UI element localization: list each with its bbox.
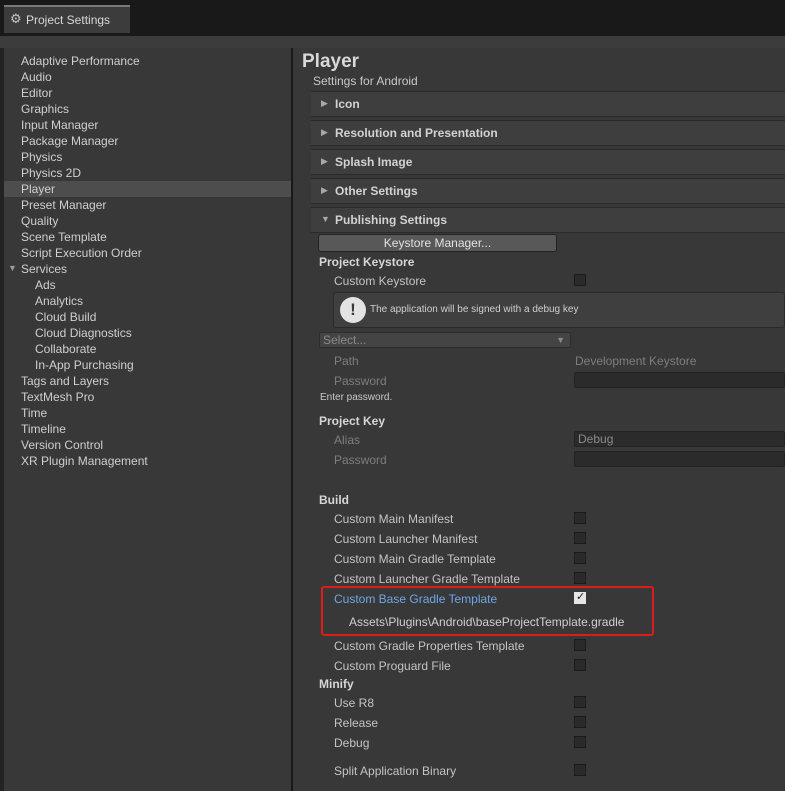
keystore-manager-button[interactable]: Keystore Manager... xyxy=(318,234,557,252)
key-password-field[interactable] xyxy=(574,451,785,467)
custom-main-manifest-label: Custom Main Manifest xyxy=(334,512,454,526)
custom-keystore-label: Custom Keystore xyxy=(334,274,427,288)
sidebar-item-cloud-build[interactable]: Cloud Build xyxy=(35,309,96,325)
path-label: Path xyxy=(334,354,359,368)
foldout-label: Icon xyxy=(335,97,360,111)
path-value: Development Keystore xyxy=(575,354,697,368)
build-header: Build xyxy=(319,493,349,507)
custom-gradle-properties-label: Custom Gradle Properties Template xyxy=(334,639,525,653)
alias-field[interactable]: Debug xyxy=(574,431,785,447)
key-password-label: Password xyxy=(334,453,387,467)
custom-main-manifest-checkbox[interactable] xyxy=(574,512,586,524)
sidebar-item-in-app-purchasing[interactable]: In-App Purchasing xyxy=(35,357,134,373)
custom-launcher-manifest-checkbox[interactable] xyxy=(574,532,586,544)
sidebar-item-package-manager[interactable]: Package Manager xyxy=(21,133,118,149)
chevron-right-icon: ▶ xyxy=(321,156,328,166)
help-box: ! The application will be signed with a … xyxy=(333,292,785,328)
warning-icon: ! xyxy=(340,297,366,323)
sidebar-item-version-control[interactable]: Version Control xyxy=(21,437,103,453)
custom-gradle-properties-checkbox[interactable] xyxy=(574,639,586,651)
password-hint: Enter password. xyxy=(320,392,393,403)
foldout-publishing-settings[interactable]: ▼ Publishing Settings xyxy=(311,207,785,233)
custom-proguard-checkbox[interactable] xyxy=(574,659,586,671)
foldout-label: Publishing Settings xyxy=(335,213,448,227)
sidebar-item-audio[interactable]: Audio xyxy=(21,69,52,85)
sidebar-item-editor[interactable]: Editor xyxy=(21,85,52,101)
chevron-right-icon: ▶ xyxy=(321,98,328,108)
keystore-select[interactable]: Select... ▼ xyxy=(319,332,571,348)
minify-debug-checkbox[interactable] xyxy=(574,736,586,748)
chevron-down-icon: ▼ xyxy=(321,214,330,224)
keystore-password-label: Password xyxy=(334,374,387,388)
sidebar-item-physics-2d[interactable]: Physics 2D xyxy=(21,165,81,181)
sidebar-item-services[interactable]: Services xyxy=(21,261,67,277)
use-r8-checkbox[interactable] xyxy=(574,696,586,708)
foldout-label: Other Settings xyxy=(335,184,418,198)
sidebar-item-ads[interactable]: Ads xyxy=(35,277,56,293)
sidebar-item-textmesh-pro[interactable]: TextMesh Pro xyxy=(21,389,94,405)
minify-release-checkbox[interactable] xyxy=(574,716,586,728)
minify-release-label: Release xyxy=(334,716,379,730)
foldout-other-settings[interactable]: ▶ Other Settings xyxy=(311,178,785,204)
sidebar-item-script-execution-order[interactable]: Script Execution Order xyxy=(21,245,142,261)
platform-subtitle: Settings for Android xyxy=(313,74,418,88)
custom-launcher-manifest-label: Custom Launcher Manifest xyxy=(334,532,478,546)
sidebar-item-player[interactable]: Player xyxy=(21,181,55,197)
custom-launcher-gradle-label: Custom Launcher Gradle Template xyxy=(334,572,520,586)
tab-project-settings[interactable]: ⚙ Project Settings xyxy=(4,5,130,33)
sidebar-item-tags-and-layers[interactable]: Tags and Layers xyxy=(21,373,109,389)
custom-launcher-gradle-checkbox[interactable] xyxy=(574,572,586,584)
custom-proguard-label: Custom Proguard File xyxy=(334,659,451,673)
sidebar-item-quality[interactable]: Quality xyxy=(21,213,58,229)
sidebar-item-graphics[interactable]: Graphics xyxy=(21,101,69,117)
sidebar-item-xr-plugin-management[interactable]: XR Plugin Management xyxy=(21,453,148,469)
sidebar-item-scene-template[interactable]: Scene Template xyxy=(21,229,107,245)
chevron-down-icon: ▼ xyxy=(556,335,565,345)
foldout-label: Resolution and Presentation xyxy=(335,126,498,140)
sidebar-item-collaborate[interactable]: Collaborate xyxy=(35,341,96,357)
help-text: The application will be signed with a de… xyxy=(370,304,579,315)
sidebar-item-input-manager[interactable]: Input Manager xyxy=(21,117,98,133)
custom-keystore-checkbox[interactable] xyxy=(574,274,586,286)
keystore-password-field[interactable] xyxy=(574,372,785,388)
sidebar-item-time[interactable]: Time xyxy=(21,405,47,421)
alias-label: Alias xyxy=(334,433,361,447)
tab-label: Project Settings xyxy=(26,13,111,27)
keystore-select-value: Select... xyxy=(323,333,367,347)
project-keystore-header: Project Keystore xyxy=(319,255,415,269)
minify-debug-label: Debug xyxy=(334,736,370,750)
foldout-label: Splash Image xyxy=(335,155,413,169)
foldout-resolution[interactable]: ▶ Resolution and Presentation xyxy=(311,120,785,146)
sidebar-item-adaptive-performance[interactable]: Adaptive Performance xyxy=(21,53,140,69)
sidebar-item-analytics[interactable]: Analytics xyxy=(35,293,83,309)
page-title: Player xyxy=(302,51,360,72)
gear-icon: ⚙ xyxy=(10,11,22,26)
toolbar-strip xyxy=(0,36,785,48)
split-binary-checkbox[interactable] xyxy=(574,764,586,776)
split-binary-label: Split Application Binary xyxy=(334,764,457,778)
minify-header: Minify xyxy=(319,677,354,691)
sidebar-item-cloud-diagnostics[interactable]: Cloud Diagnostics xyxy=(35,325,132,341)
annotation-highlight-box xyxy=(321,586,654,636)
chevron-right-icon: ▶ xyxy=(321,127,328,137)
custom-main-gradle-checkbox[interactable] xyxy=(574,552,586,564)
settings-sidebar: Adaptive Performance Audio Editor Graphics I… xyxy=(4,48,291,791)
sidebar-item-timeline[interactable]: Timeline xyxy=(21,421,66,437)
custom-main-gradle-label: Custom Main Gradle Template xyxy=(334,552,496,566)
project-key-header: Project Key xyxy=(319,414,386,428)
window-tab-bar: ⚙ Project Settings xyxy=(0,0,785,36)
sidebar-item-physics[interactable]: Physics xyxy=(21,149,62,165)
chevron-down-icon[interactable]: ▼ xyxy=(8,263,17,273)
foldout-icon[interactable]: ▶ Icon xyxy=(311,91,785,117)
chevron-right-icon: ▶ xyxy=(321,185,328,195)
sidebar-item-preset-manager[interactable]: Preset Manager xyxy=(21,197,106,213)
foldout-splash-image[interactable]: ▶ Splash Image xyxy=(311,149,785,175)
use-r8-label: Use R8 xyxy=(334,696,375,710)
